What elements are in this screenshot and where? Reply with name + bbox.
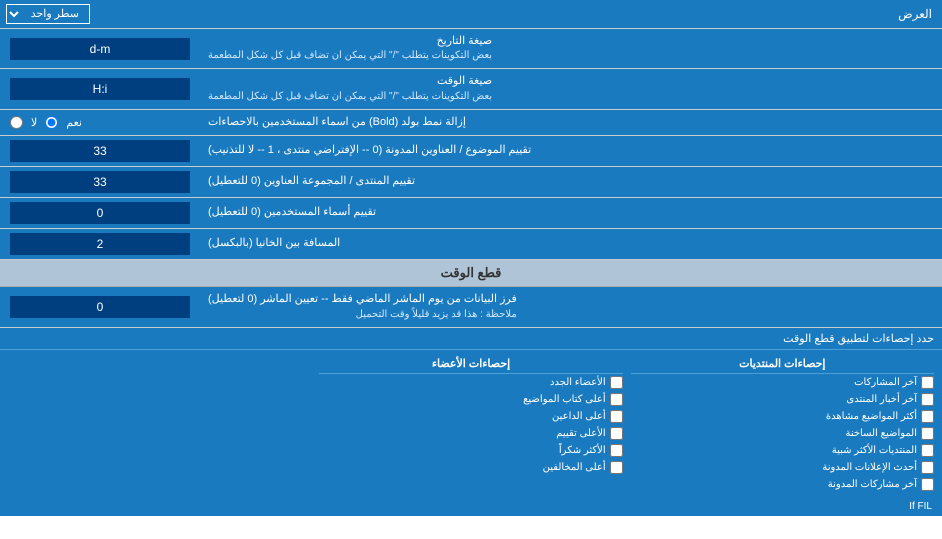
cb-most-thanked: الأكثر شكراً [319,442,622,459]
cb-new-members-input[interactable] [610,376,623,389]
time-cut-label: فرز البيانات من يوم الماشر الماضي فقط --… [200,287,942,326]
cb-latest-announcements: أحدث الإعلانات المدونة [631,459,934,476]
cb-blog-posts-input[interactable] [921,478,934,491]
cb-top-rated-input[interactable] [610,427,623,440]
stats-container: إحصاءات المنتديات آخر المشاركات آخر أخبا… [0,350,942,497]
column-gap-label: المسافة بين الخانيا (بالبكسل) [200,229,942,259]
column-gap-input-cell [0,229,200,259]
radio-no-label: لا [31,116,37,129]
cb-last-posts: آخر المشاركات [631,374,934,391]
topic-sort-label: تقييم الموضوع / العناوين المدونة (0 -- ا… [200,136,942,166]
topic-sort-input[interactable] [10,140,190,162]
bold-remove-options: نعم لا [0,110,200,135]
filter-label-row: حدد إحصاءات لتطبيق قطع الوقت [0,328,942,350]
cb-top-rated: الأعلى تقييم [319,425,622,442]
column-gap-row: المسافة بين الخانيا (بالبكسل) [0,229,942,260]
bold-remove-label: إزالة نمط بولد (Bold) من اسماء المستخدمي… [200,110,942,135]
top-select-cell: سطر واحد سطران ثلاثة أسطر [0,0,96,28]
stats-col-members-header: إحصاءات الأعضاء [319,354,622,374]
stats-col-empty [8,354,311,493]
bold-remove-row: إزالة نمط بولد (Bold) من اسماء المستخدمي… [0,110,942,136]
radio-yes[interactable] [45,116,58,129]
forum-sort-label: تقييم المنتدى / المجموعة العناوين (0 للت… [200,167,942,197]
time-cut-input-cell [0,287,200,326]
cb-last-posts-input[interactable] [921,376,934,389]
radio-no[interactable] [10,116,23,129]
cb-similar-forums-input[interactable] [921,444,934,457]
top-label: العرض [96,2,942,26]
radio-yes-label: نعم [66,116,82,129]
stats-col-forums-header: إحصاءات المنتديات [631,354,934,374]
cb-top-violators: أعلى المخالفين [319,459,622,476]
cb-most-viewed: أكثر المواضيع مشاهدة [631,408,934,425]
top-row: العرض سطر واحد سطران ثلاثة أسطر [0,0,942,29]
date-format-label: صيغة التاريخ بعض التكوينات يتطلب "/" الت… [200,29,942,68]
forum-sort-input-cell [0,167,200,197]
user-sort-label: تقييم أسماء المستخدمين (0 للتعطيل) [200,198,942,228]
bottom-note: If FIL [0,497,942,516]
cb-most-thanked-input[interactable] [610,444,623,457]
user-sort-input[interactable] [10,202,190,224]
cb-similar-forums: المنتديات الأكثر شبية [631,442,934,459]
cb-forum-news-input[interactable] [921,393,934,406]
topic-sort-row: تقييم الموضوع / العناوين المدونة (0 -- ا… [0,136,942,167]
cb-top-topic-writers-input[interactable] [610,393,623,406]
date-format-row: صيغة التاريخ بعض التكوينات يتطلب "/" الت… [0,29,942,69]
cb-new-members: الأعضاء الجدد [319,374,622,391]
display-select[interactable]: سطر واحد سطران ثلاثة أسطر [6,4,90,24]
date-format-input[interactable] [10,38,190,60]
user-sort-row: تقييم أسماء المستخدمين (0 للتعطيل) [0,198,942,229]
cb-top-inviters-input[interactable] [610,410,623,423]
cb-latest-announcements-input[interactable] [921,461,934,474]
cb-forum-news: آخر أخبار المنتدى [631,391,934,408]
time-format-row: صيغة الوقت بعض التكوينات يتطلب "/" التي … [0,69,942,109]
cb-hot-topics: المواضيع الساخنة [631,425,934,442]
date-format-input-cell [0,29,200,68]
time-cut-header: قطع الوقت [0,260,942,287]
time-format-input[interactable] [10,78,190,100]
cb-most-viewed-input[interactable] [921,410,934,423]
cb-blog-posts: آخر مشاركات المدونة [631,476,934,493]
cb-top-topic-writers: أعلى كتاب المواضيع [319,391,622,408]
cb-top-inviters: أعلى الداعين [319,408,622,425]
stats-col-members: إحصاءات الأعضاء الأعضاء الجدد أعلى كتاب … [319,354,622,493]
filter-label: حدد إحصاءات لتطبيق قطع الوقت [8,332,934,345]
time-format-input-cell [0,69,200,108]
cb-top-violators-input[interactable] [610,461,623,474]
column-gap-input[interactable] [10,233,190,255]
user-sort-input-cell [0,198,200,228]
time-cut-input[interactable] [10,296,190,318]
topic-sort-input-cell [0,136,200,166]
stats-col-forums: إحصاءات المنتديات آخر المشاركات آخر أخبا… [631,354,934,493]
bottom-note-text: If FIL [909,501,932,512]
cb-hot-topics-input[interactable] [921,427,934,440]
forum-sort-row: تقييم المنتدى / المجموعة العناوين (0 للت… [0,167,942,198]
time-format-label: صيغة الوقت بعض التكوينات يتطلب "/" التي … [200,69,942,108]
time-cut-row: فرز البيانات من يوم الماشر الماضي فقط --… [0,287,942,327]
forum-sort-input[interactable] [10,171,190,193]
